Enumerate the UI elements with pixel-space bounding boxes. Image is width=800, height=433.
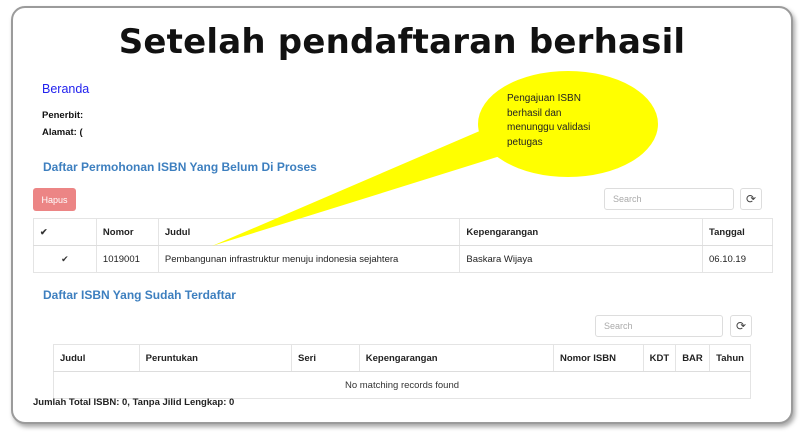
col-peruntukan[interactable]: Peruntukan xyxy=(138,344,292,372)
col-tahun[interactable]: Tahun xyxy=(709,344,751,372)
pending-search-input[interactable] xyxy=(604,188,734,210)
callout-line: Pengajuan ISBN xyxy=(507,93,581,104)
row-nomor: 1019001 xyxy=(95,245,159,273)
registered-refresh-button[interactable]: ⟳ xyxy=(730,315,752,337)
slide-headline: Setelah pendaftaran berhasil xyxy=(118,22,686,62)
refresh-icon: ⟳ xyxy=(745,192,757,206)
breadcrumb-beranda[interactable]: Beranda xyxy=(42,82,89,96)
refresh-icon: ⟳ xyxy=(735,319,747,333)
section-registered-title: Daftar ISBN Yang Sudah Terdaftar xyxy=(43,288,236,302)
section-pending-title: Daftar Permohonan ISBN Yang Belum Di Pro… xyxy=(43,160,317,174)
registered-search-input[interactable] xyxy=(595,315,723,337)
col-judul[interactable]: Judul xyxy=(53,344,140,372)
select-all-checkbox[interactable]: ✔ xyxy=(33,218,97,246)
table-row: No matching records found xyxy=(54,372,751,399)
col-bar[interactable]: BAR xyxy=(675,344,710,372)
registered-table: Judul Peruntukan Seri Kepengarangan Nomo… xyxy=(53,344,751,399)
empty-message: No matching records found xyxy=(344,379,460,391)
callout-text: Pengajuan ISBN berhasil dan menunggu val… xyxy=(507,92,627,150)
delete-button[interactable]: Hapus xyxy=(33,188,76,211)
slide-frame: Setelah pendaftaran berhasil Beranda Pen… xyxy=(11,6,793,424)
callout-line: berhasil dan xyxy=(507,107,562,119)
app-panel: Beranda Penerbit: Alamat: ( Daftar Permo… xyxy=(33,74,773,420)
col-judul[interactable]: Judul xyxy=(157,218,460,246)
col-kdt[interactable]: KDT xyxy=(642,344,676,372)
table-row[interactable]: ✔ 1019001 Pembangunan infrastruktur menu… xyxy=(34,245,773,273)
callout-line: petugas xyxy=(507,136,543,148)
col-nomor-isbn[interactable]: Nomor ISBN xyxy=(552,344,644,372)
callout-line: menunggu validasi xyxy=(507,122,591,133)
total-isbn-summary: Jumlah Total ISBN: 0, Tanpa Jilid Lengka… xyxy=(33,397,235,408)
penerbit-label: Penerbit: xyxy=(42,110,84,121)
col-tanggal[interactable]: Tanggal xyxy=(702,218,773,246)
col-kepengarangan[interactable]: Kepengarangan xyxy=(459,218,703,246)
pending-table-header: ✔ Nomor Judul Kepengarangan Tanggal xyxy=(33,218,773,246)
row-kepengarangan: Baskara Wijaya xyxy=(459,245,703,273)
pending-refresh-button[interactable]: ⟳ xyxy=(740,188,762,210)
col-seri[interactable]: Seri xyxy=(291,344,360,372)
alamat-label: Alamat: ( xyxy=(42,127,83,138)
pending-table: ✔ Nomor Judul Kepengarangan Tanggal ✔ 10… xyxy=(33,218,773,273)
registered-table-header: Judul Peruntukan Seri Kepengarangan Nomo… xyxy=(53,344,751,372)
col-nomor[interactable]: Nomor xyxy=(95,218,159,246)
row-checkbox[interactable]: ✔ xyxy=(34,246,97,273)
row-judul: Pembangunan infrastruktur menuju indones… xyxy=(157,245,460,273)
col-kepengarangan[interactable]: Kepengarangan xyxy=(358,344,554,372)
row-tanggal: 06.10.19 xyxy=(702,245,773,273)
